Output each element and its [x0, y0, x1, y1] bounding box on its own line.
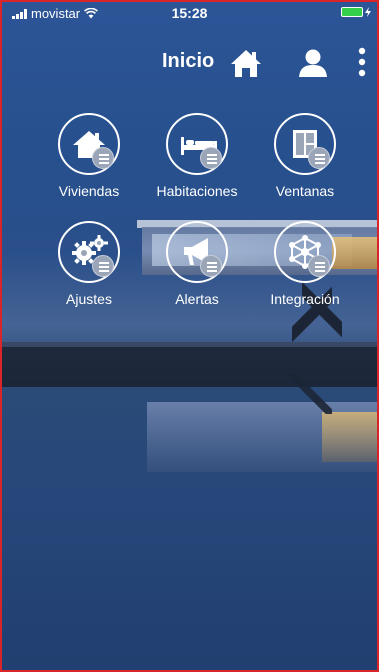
profile-button[interactable]	[297, 48, 329, 78]
clock: 15:28	[171, 5, 208, 21]
home-icon	[231, 50, 261, 77]
tile-icon-circle	[58, 221, 120, 283]
status-bar: movistar 15:28	[2, 2, 377, 24]
tile-icon-circle	[274, 113, 336, 175]
tile-icon-circle	[166, 221, 228, 283]
tile-integracion[interactable]: Integración	[250, 221, 360, 321]
app-header: Inicio	[2, 40, 377, 84]
tile-icon-circle	[58, 113, 120, 175]
list-badge-icon	[92, 255, 114, 277]
charging-icon	[365, 7, 371, 17]
tile-label: Alertas	[175, 291, 219, 307]
home-button[interactable]	[230, 48, 262, 78]
background-reflection-light	[322, 412, 377, 462]
app-screen: movistar 15:28 Inicio Viviendas Habitaci…	[0, 0, 379, 672]
background-reflection-leg	[287, 374, 332, 414]
tile-label: Viviendas	[58, 183, 120, 199]
tile-label: Ajustes	[66, 291, 112, 307]
list-badge-icon	[200, 255, 222, 277]
tile-icon-circle	[166, 113, 228, 175]
page-title: Inicio	[162, 50, 215, 72]
user-icon	[299, 49, 327, 77]
battery-indicator	[341, 7, 371, 17]
list-badge-icon	[308, 147, 330, 169]
list-badge-icon	[308, 255, 330, 277]
battery-icon	[341, 7, 363, 17]
list-badge-icon	[92, 147, 114, 169]
tile-ventanas[interactable]: Ventanas	[250, 113, 360, 213]
tile-icon-circle	[274, 221, 336, 283]
more-options-button[interactable]	[354, 46, 370, 80]
tile-ajustes[interactable]: Ajustes	[34, 221, 144, 321]
more-vertical-icon	[358, 47, 366, 77]
tile-label: Ventanas	[275, 183, 335, 199]
tile-habitaciones[interactable]: Habitaciones	[142, 113, 252, 213]
tile-label: Habitaciones	[156, 183, 238, 199]
tile-alertas[interactable]: Alertas	[142, 221, 252, 321]
list-badge-icon	[200, 147, 222, 169]
tile-label: Integración	[270, 291, 340, 307]
tile-viviendas[interactable]: Viviendas	[34, 113, 144, 213]
